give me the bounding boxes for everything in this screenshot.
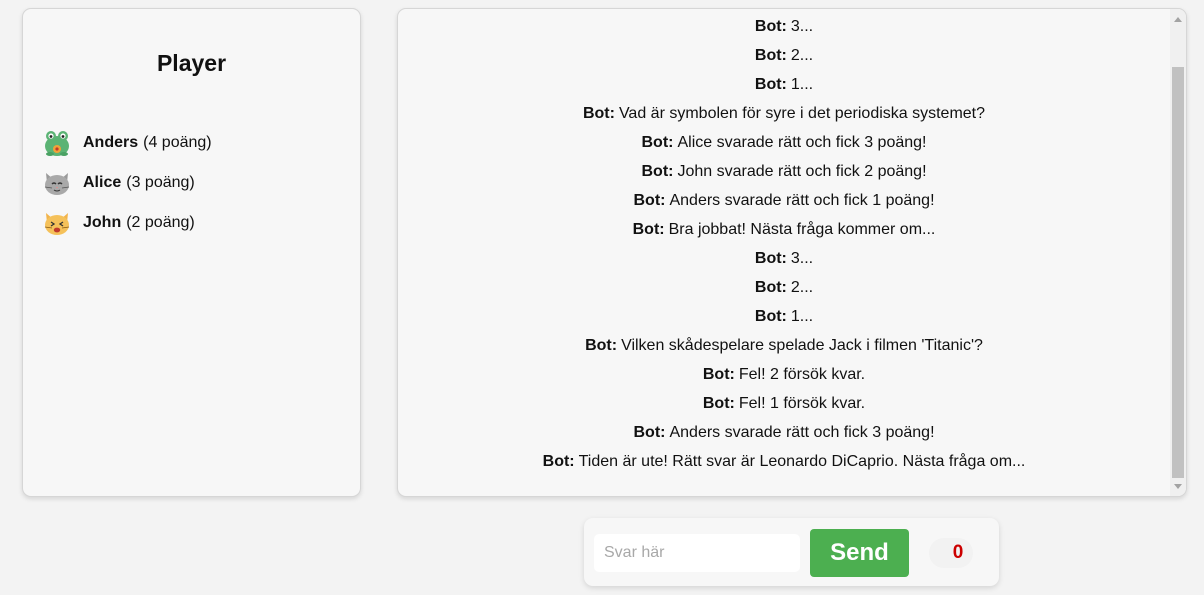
player-item-john: John (2 poäng)	[43, 203, 212, 243]
message-text: Fel! 1 försök kvar.	[738, 395, 866, 412]
send-button[interactable]: Send	[810, 529, 909, 577]
chat-message: Bot: Tiden är ute! Rätt svar är Leonardo …	[398, 447, 1170, 476]
answer-input[interactable]	[594, 534, 800, 572]
chat-message: Bot: Bra jobbat! Nästa fråga kommer om...	[398, 215, 1170, 244]
message-text: 3...	[790, 18, 814, 35]
message-sender: Bot:	[702, 366, 735, 383]
message-text: 3...	[790, 250, 814, 267]
chat-message: Bot: John svarade rätt och fick 2 poäng!	[398, 157, 1170, 186]
player-list-title: Player	[156, 50, 227, 76]
chat-message: Bot: Vad är symbolen för syre i det perio…	[398, 99, 1170, 128]
message-text: 2...	[790, 47, 814, 64]
scroll-up-arrow-icon[interactable]	[1170, 11, 1186, 27]
chat-scrollbar[interactable]	[1170, 9, 1186, 496]
message-text: Vad är symbolen för syre i det periodisk…	[618, 105, 986, 122]
message-sender: Bot:	[754, 308, 787, 325]
chat-message: Bot: Anders svarade rätt och fick 1 poäng…	[398, 186, 1170, 215]
chat-message: Bot: Anders svarade rätt och fick 3 poäng…	[398, 418, 1170, 447]
chat-message: Bot: Alice svarade rätt och fick 3 poäng!	[398, 128, 1170, 157]
message-text: Tiden är ute! Rätt svar är Leonardo DiCa…	[578, 453, 1026, 470]
scroll-thumb[interactable]	[1172, 67, 1184, 478]
message-sender: Bot:	[632, 221, 665, 238]
chat-message: Bot: 1...	[398, 70, 1170, 99]
chat-message: Bot: Fel! 1 försök kvar.	[398, 389, 1170, 418]
cat-cheering-icon	[43, 209, 71, 237]
message-sender: Bot:	[582, 105, 615, 122]
message-sender: Bot:	[754, 279, 787, 296]
chat-message: Bot: 3...	[398, 12, 1170, 41]
message-text: 1...	[790, 76, 814, 93]
chat-message: Bot: 3...	[398, 244, 1170, 273]
scroll-down-arrow-icon[interactable]	[1170, 478, 1186, 494]
player-item-alice: Alice (3 poäng)	[43, 163, 212, 203]
player-name: John	[83, 214, 122, 231]
message-sender: Bot:	[641, 163, 674, 180]
player-score: (3 poäng)	[126, 174, 195, 191]
message-text: Bra jobbat! Nästa fråga kommer om...	[668, 221, 936, 238]
chat-message: Bot: Fel! 2 försök kvar.	[398, 360, 1170, 389]
message-sender: Bot:	[633, 192, 666, 209]
player-name: Anders	[83, 134, 139, 151]
message-sender: Bot:	[641, 134, 674, 151]
message-sender: Bot:	[702, 395, 735, 412]
player-score: (2 poäng)	[126, 214, 195, 231]
message-text: Anders svarade rätt och fick 1 poäng!	[669, 192, 935, 209]
chat-message: Bot: 2...	[398, 41, 1170, 70]
message-text: Alice svarade rätt och fick 3 poäng!	[677, 134, 927, 151]
message-text: Vilken skådespelare spelade Jack i filme…	[621, 337, 983, 354]
player-name: Alice	[83, 174, 122, 191]
message-sender: Bot:	[754, 18, 787, 35]
message-text: Fel! 2 försök kvar.	[738, 366, 866, 383]
player-item-anders: Anders (4 poäng)	[43, 123, 212, 163]
message-text: John svarade rätt och fick 2 poäng!	[677, 163, 927, 180]
player-score: (4 poäng)	[143, 134, 212, 151]
countdown-timer: 0	[929, 538, 973, 568]
message-sender: Bot:	[542, 453, 575, 470]
message-text: Anders svarade rätt och fick 3 poäng!	[669, 424, 935, 441]
chat-message: Bot: 1...	[398, 302, 1170, 331]
cat-face-icon	[43, 169, 71, 197]
answer-input-bar: Send 0	[584, 518, 999, 586]
chat-panel[interactable]: Bot: 3... Bot: 2... Bot: 1... Bot: Vad är sy…	[397, 8, 1187, 497]
message-sender: Bot:	[754, 47, 787, 64]
message-sender: Bot:	[754, 76, 787, 93]
message-sender: Bot:	[633, 424, 666, 441]
chat-message: Bot: 2...	[398, 273, 1170, 302]
chat-message-list: Bot: 3... Bot: 2... Bot: 1... Bot: Vad är sy…	[398, 9, 1170, 496]
message-sender: Bot:	[585, 337, 618, 354]
message-text: 1...	[790, 308, 814, 325]
chat-message: Bot: Vilken skådespelare spelade Jack i f…	[398, 331, 1170, 360]
player-list: Anders (4 poäng) Alice (3 poäng) John (2…	[43, 123, 212, 243]
message-sender: Bot:	[754, 250, 787, 267]
message-text: 2...	[790, 279, 814, 296]
frog-icon	[43, 129, 71, 157]
player-panel: Player Anders (4 poäng) Alice (3 poäng) …	[22, 8, 361, 497]
